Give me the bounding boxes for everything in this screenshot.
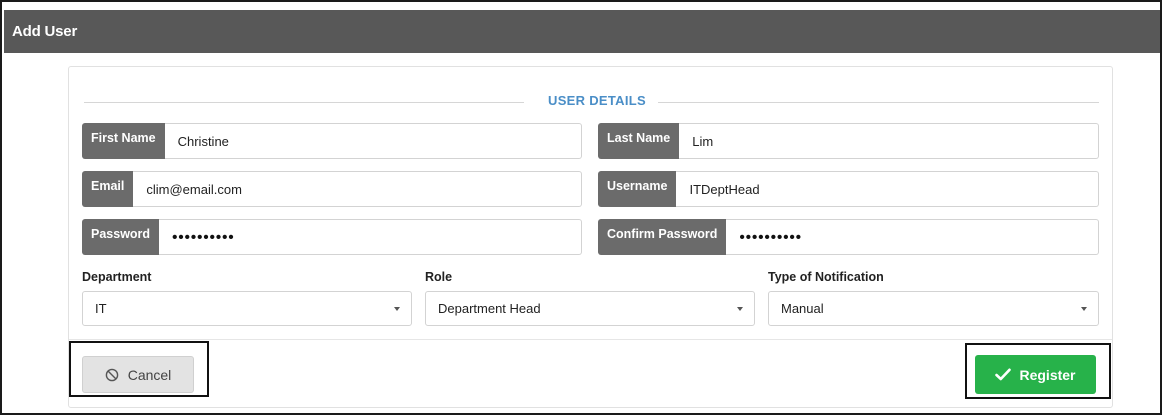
section-divider-left — [84, 102, 524, 103]
notification-label: Type of Notification — [768, 270, 884, 284]
register-highlight-box — [965, 343, 1111, 399]
cancel-highlight-box — [69, 341, 209, 397]
last-name-group: Last Name Lim — [598, 123, 1099, 159]
last-name-label: Last Name — [598, 123, 680, 159]
last-name-input[interactable]: Lim — [679, 123, 1099, 159]
department-label: Department — [82, 270, 152, 284]
username-input[interactable]: ITDeptHead — [676, 171, 1099, 207]
section-title: USER DETAILS — [548, 93, 646, 108]
add-user-window: Add User USER DETAILS First Name Christi… — [0, 0, 1162, 415]
role-label: Role — [425, 270, 453, 284]
section-header: USER DETAILS — [84, 93, 1099, 109]
role-select[interactable]: Department Head — [425, 291, 755, 326]
window-title: Add User — [4, 10, 1160, 53]
email-group: Email clim@email.com — [82, 171, 582, 207]
email-label: Email — [82, 171, 134, 207]
chevron-down-icon — [1081, 307, 1087, 311]
username-group: Username ITDeptHead — [598, 171, 1099, 207]
password-label: Password — [82, 219, 160, 255]
chevron-down-icon — [737, 307, 743, 311]
confirm-password-label: Confirm Password — [598, 219, 727, 255]
section-divider-right — [658, 102, 1099, 103]
department-value: IT — [95, 301, 107, 316]
department-select[interactable]: IT — [82, 291, 412, 326]
username-label: Username — [598, 171, 677, 207]
chevron-down-icon — [394, 307, 400, 311]
notification-select[interactable]: Manual — [768, 291, 1099, 326]
password-group: Password •••••••••• — [82, 219, 582, 255]
password-input[interactable]: •••••••••• — [159, 219, 582, 255]
notification-value: Manual — [781, 301, 824, 316]
first-name-label: First Name — [82, 123, 165, 159]
email-input[interactable]: clim@email.com — [133, 171, 582, 207]
first-name-group: First Name Christine — [82, 123, 582, 159]
confirm-password-group: Confirm Password •••••••••• — [598, 219, 1099, 255]
role-value: Department Head — [438, 301, 541, 316]
user-details-panel: USER DETAILS First Name Christine Last N… — [68, 66, 1113, 408]
first-name-input[interactable]: Christine — [164, 123, 582, 159]
confirm-password-input[interactable]: •••••••••• — [726, 219, 1099, 255]
footer-divider — [69, 339, 1112, 340]
